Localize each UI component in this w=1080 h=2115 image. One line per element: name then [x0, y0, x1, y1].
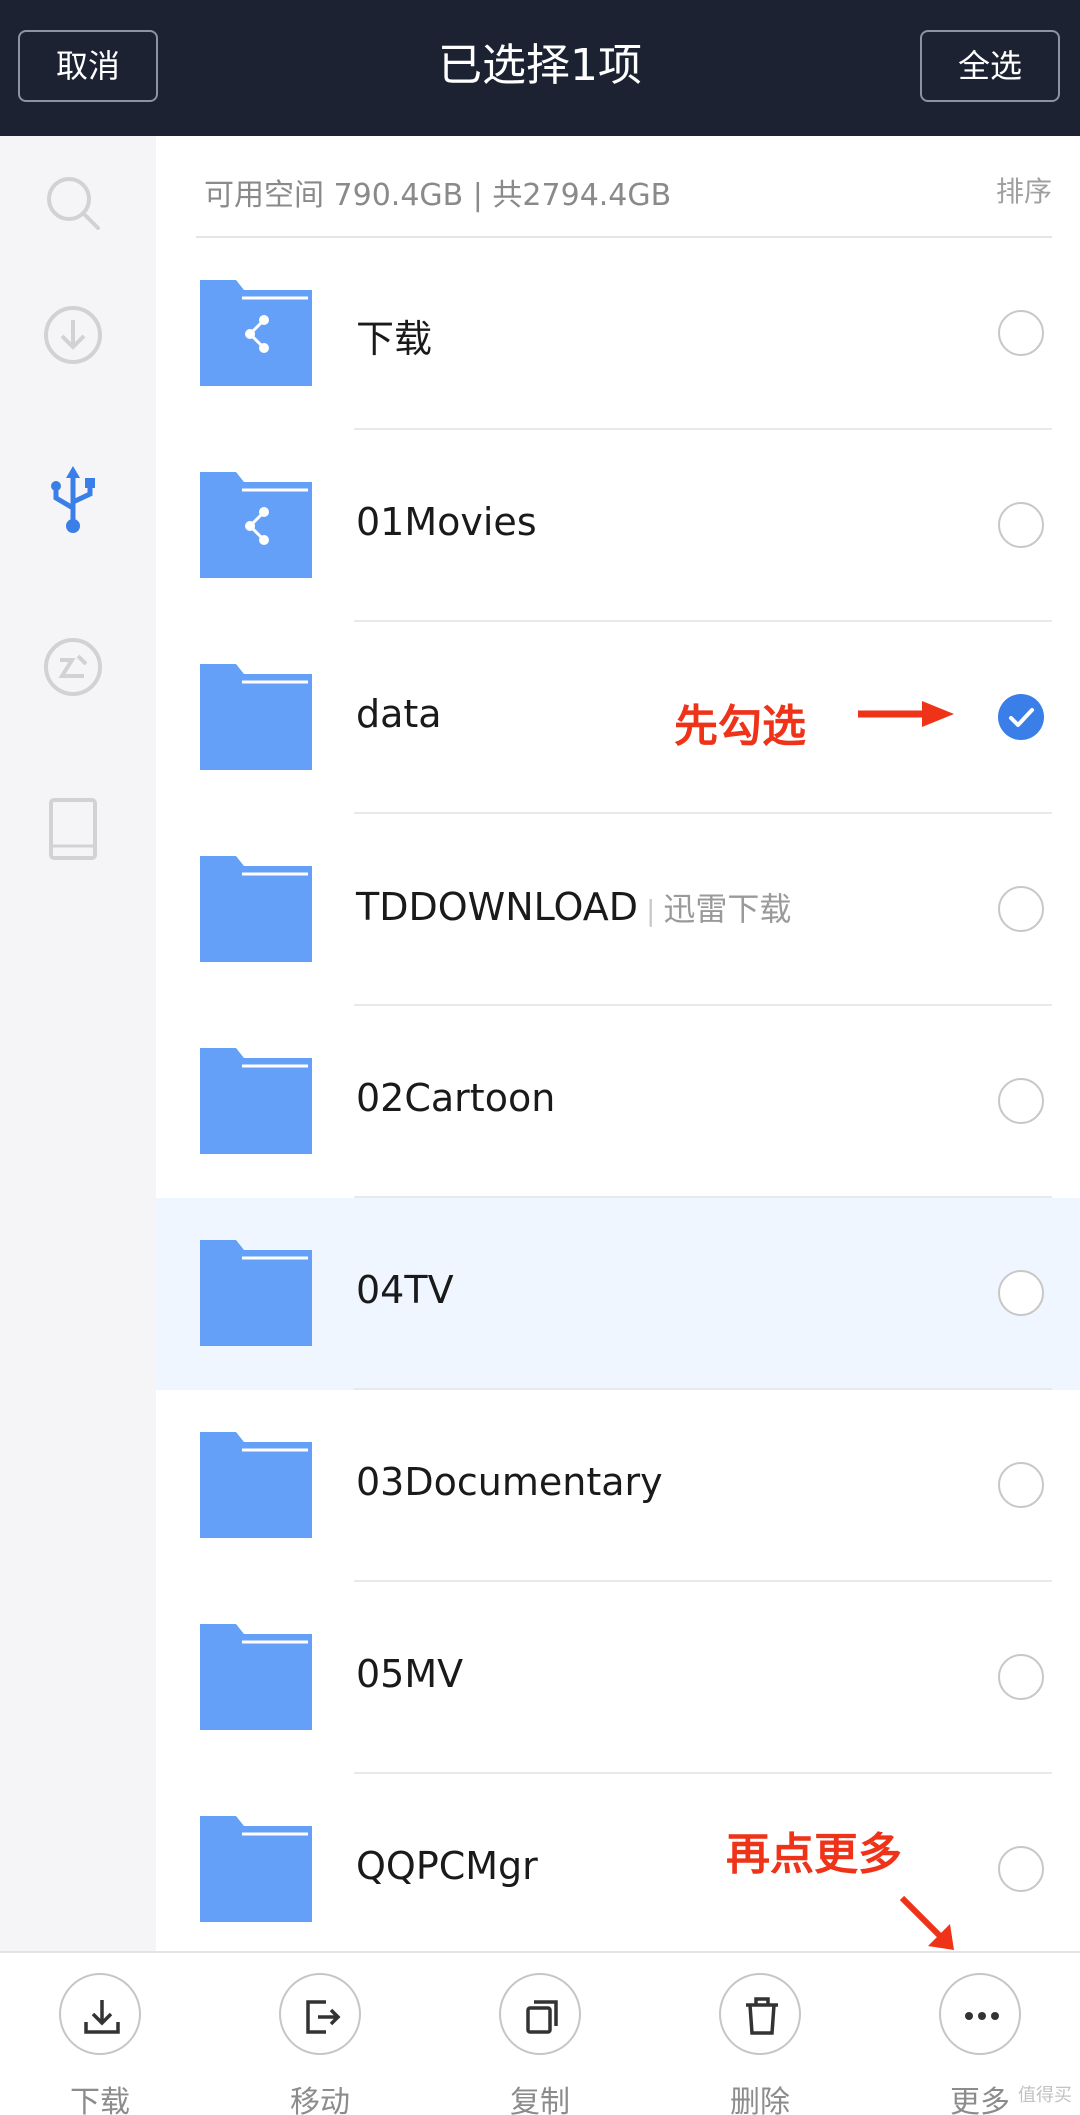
file-name-text: TDDOWNLOAD: [356, 885, 638, 929]
tablet-icon[interactable]: [42, 796, 104, 860]
move-icon: [279, 1973, 361, 2055]
search-icon[interactable]: [42, 172, 104, 234]
shared-folder-icon: [198, 278, 314, 388]
file-name: 05MV: [356, 1652, 463, 1696]
folder-icon: [198, 1814, 314, 1924]
file-name-text: 04TV: [356, 1268, 454, 1312]
more-icon: [939, 1973, 1021, 2055]
annotation-check-first: 先勾选: [674, 701, 806, 752]
file-name-text: 03Documentary: [356, 1460, 663, 1504]
copy-icon: [499, 1973, 581, 2055]
checkbox-checked[interactable]: [998, 694, 1044, 740]
file-name-text: 05MV: [356, 1652, 464, 1696]
file-name: 03Documentary: [356, 1460, 663, 1504]
sort-button[interactable]: 排序: [996, 170, 1052, 210]
separator: |: [645, 894, 656, 927]
file-name: 04TV: [356, 1268, 454, 1312]
file-alias: 迅雷下载: [663, 890, 792, 928]
file-name-text: 下载: [356, 317, 433, 361]
checkbox[interactable]: [998, 1270, 1044, 1316]
delete-label: 删除: [730, 2085, 790, 2115]
file-row[interactable]: 03Documentary: [156, 1390, 1080, 1582]
file-name-text: QQPCMgr: [356, 1844, 538, 1888]
watermark: 值得买: [1018, 2085, 1072, 2106]
copy-button[interactable]: 复制: [470, 1973, 610, 2115]
checkbox[interactable]: [998, 1078, 1044, 1124]
annotation-arrow-right: [858, 701, 954, 727]
folder-icon: [198, 854, 314, 964]
checkbox[interactable]: [998, 1846, 1044, 1892]
checkbox[interactable]: [998, 886, 1044, 932]
check-icon: [1009, 708, 1034, 727]
checkbox[interactable]: [998, 310, 1044, 356]
file-name: 下载: [356, 308, 432, 363]
file-name: 02Cartoon: [356, 1076, 555, 1120]
file-name: TDDOWNLOAD | 迅雷下载: [356, 884, 791, 930]
delete-button[interactable]: 删除: [690, 1973, 830, 2115]
cast-icon[interactable]: [42, 636, 104, 698]
checkbox[interactable]: [998, 502, 1044, 548]
top-bar: 取消 已选择1项 全选: [0, 0, 1080, 136]
file-name: QQPCMgr: [356, 1844, 538, 1888]
annotation-arrow-down: [899, 1895, 954, 1950]
file-row[interactable]: 02Cartoon: [156, 1006, 1080, 1198]
file-row[interactable]: TDDOWNLOAD | 迅雷下载: [156, 814, 1080, 1006]
checkbox[interactable]: [998, 1654, 1044, 1700]
usb-icon[interactable]: [42, 466, 104, 533]
file-row[interactable]: 04TV: [156, 1198, 1080, 1390]
file-row[interactable]: 下载: [156, 238, 1080, 430]
folder-icon: [198, 1238, 314, 1348]
folder-icon: [198, 1430, 314, 1540]
download-label: 下载: [70, 2085, 130, 2115]
folder-icon: [198, 1046, 314, 1156]
sidebar: [0, 136, 156, 1951]
checkbox[interactable]: [998, 1462, 1044, 1508]
file-row[interactable]: 01Movies: [156, 430, 1080, 622]
file-name-text: data: [356, 692, 442, 736]
download-button[interactable]: 下载: [30, 1973, 170, 2115]
copy-label: 复制: [510, 2085, 570, 2115]
folder-icon: [198, 1622, 314, 1732]
file-name: data: [356, 692, 442, 736]
download-tray-icon: [59, 1973, 141, 2055]
bottom-toolbar: 下载 移动 复制 删除 更多: [0, 1951, 1080, 2115]
file-list: 下载 01Movies data TDDOWNLOAD | 迅雷下载 02Cartoon 04…: [156, 238, 1080, 1966]
storage-info: 可用空间 790.4GB | 共2794.4GB: [204, 178, 672, 213]
move-button[interactable]: 移动: [250, 1973, 390, 2115]
file-name-text: 01Movies: [356, 500, 537, 544]
annotation-tap-more: 再点更多: [726, 1829, 902, 1880]
folder-icon: [198, 662, 314, 772]
trash-icon: [719, 1973, 801, 2055]
file-row[interactable]: 05MV: [156, 1582, 1080, 1774]
select-all-button[interactable]: 全选: [920, 30, 1060, 102]
file-list-panel: 可用空间 790.4GB | 共2794.4GB 排序 下载 01Movies da…: [156, 136, 1080, 1951]
file-name: 01Movies: [356, 500, 537, 544]
download-icon[interactable]: [42, 304, 104, 366]
move-label: 移动: [290, 2085, 350, 2115]
file-name-text: 02Cartoon: [356, 1076, 556, 1120]
page-title: 已选择1项: [438, 40, 642, 91]
shared-folder-icon: [198, 470, 314, 580]
